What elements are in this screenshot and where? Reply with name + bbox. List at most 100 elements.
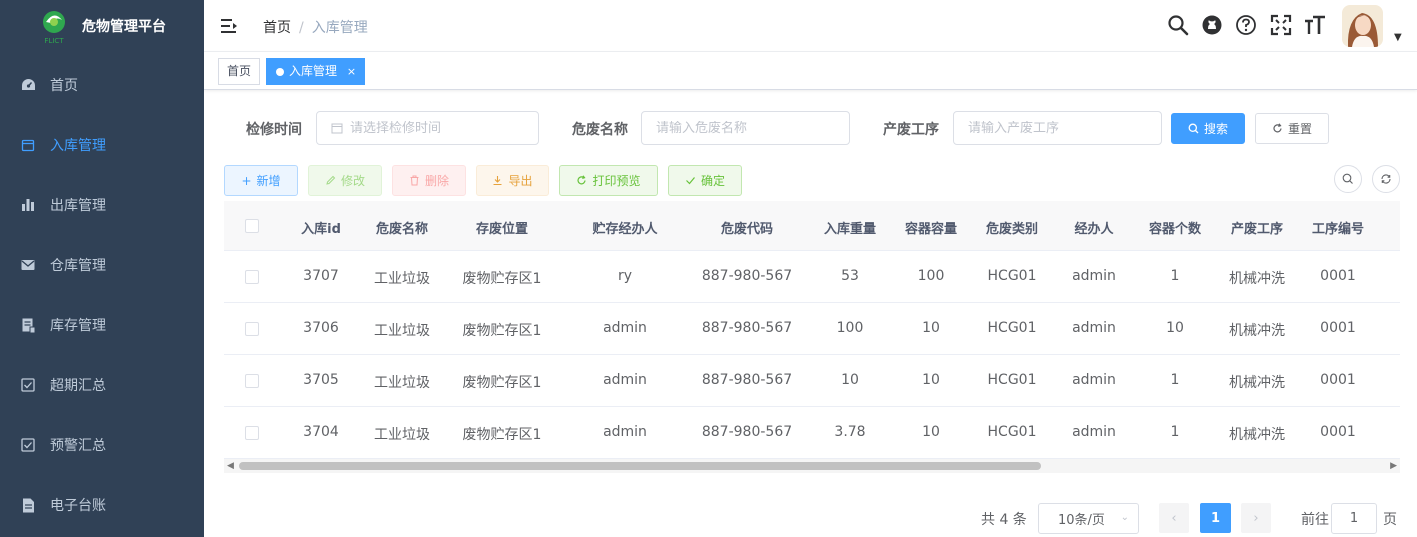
column-header[interactable]: 经办人 [1070, 218, 1118, 237]
toggle-search-button[interactable] [1334, 165, 1362, 193]
row-checkbox[interactable] [245, 374, 259, 388]
table-row[interactable]: 3707 工业垃圾 废物贮存区1 ry 887-980-567 53 100 H… [224, 251, 1400, 303]
edit-button[interactable]: 修改 [308, 165, 382, 196]
sidebar-item-label: 出库管理 [50, 198, 106, 214]
sidebar-item-outbound[interactable]: 出库管理 [0, 177, 204, 233]
font-size-icon[interactable] [1304, 14, 1326, 36]
tags-view: 首页 入库管理 × [204, 52, 1417, 90]
calendar-icon [20, 137, 36, 153]
waste-name-label: 危废名称 [572, 122, 628, 138]
breadcrumb-separator: / [299, 20, 304, 36]
refresh-icon [1381, 174, 1391, 184]
table-row[interactable]: 3704 工业垃圾 废物贮存区1 admin 887-980-567 3.78 … [224, 407, 1400, 459]
page-size-select[interactable]: 10条/页 ⌄ [1038, 503, 1139, 534]
table-row[interactable]: 3706 工业垃圾 废物贮存区1 admin 887-980-567 100 1… [224, 303, 1400, 355]
process-label: 产废工序 [883, 122, 939, 138]
column-header[interactable]: 入库id [298, 218, 344, 237]
export-button[interactable]: 导出 [476, 165, 549, 196]
table-cell: admin [1072, 424, 1116, 440]
refresh-icon [577, 175, 587, 185]
scrollbar-thumb[interactable] [239, 462, 1041, 470]
print-preview-button[interactable]: 打印预览 [559, 165, 658, 196]
inspection-time-picker[interactable] [316, 111, 539, 145]
edit-button-label: 修改 [340, 174, 365, 188]
table-cell: 53 [841, 268, 859, 284]
sidebar-item-overdue[interactable]: 超期汇总 [0, 357, 204, 413]
row-checkbox[interactable] [245, 270, 259, 284]
avatar[interactable] [1342, 5, 1383, 47]
horizontal-scrollbar[interactable]: ◀ ▶ [224, 459, 1400, 473]
sidebar-item-home[interactable]: 首页 [0, 57, 204, 113]
table-cell: 1 [1170, 268, 1180, 284]
column-header[interactable]: 工序编号 [1308, 218, 1368, 237]
process-input[interactable] [968, 120, 1147, 136]
refresh-table-button[interactable] [1372, 165, 1400, 193]
table-cell: 887-980-567 [701, 372, 793, 388]
table-cell: 3.78 [834, 424, 866, 440]
table-cell: 10 [1166, 320, 1184, 336]
column-header[interactable]: 容器个数 [1145, 218, 1205, 237]
table-cell: ry [617, 268, 633, 284]
waste-name-input[interactable] [656, 120, 835, 136]
table-row[interactable]: 3705 工业垃圾 废物贮存区1 admin 887-980-567 10 10… [224, 355, 1400, 407]
page-number-1[interactable]: 1 [1200, 503, 1231, 533]
table-cell: 10 [922, 372, 940, 388]
row-checkbox[interactable] [245, 426, 259, 440]
inspection-time-input[interactable] [350, 120, 524, 136]
column-header[interactable]: 存废位置 [472, 218, 532, 237]
column-header[interactable]: 贮存经办人 [587, 218, 663, 237]
hamburger-icon[interactable] [220, 17, 238, 35]
column-header[interactable]: 产废工序 [1227, 218, 1287, 237]
sidebar-item-inbound[interactable]: 入库管理 [0, 117, 204, 173]
delete-button[interactable]: 删除 [392, 165, 466, 196]
tag-home[interactable]: 首页 [218, 58, 261, 85]
help-icon[interactable] [1235, 14, 1257, 36]
table-cell: HCG01 [987, 372, 1037, 388]
column-header[interactable]: 容器容量 [901, 218, 961, 237]
tag-inbound[interactable]: 入库管理 × [266, 58, 366, 85]
logo[interactable]: FLICT 危物管理平台 [0, 0, 204, 50]
scroll-left-icon[interactable]: ◀ [227, 461, 234, 471]
process-field[interactable] [953, 111, 1162, 145]
github-icon[interactable] [1201, 14, 1223, 36]
table-cell: 废物贮存区1 [462, 271, 542, 287]
sidebar: FLICT 危物管理平台 首页 入库管理 出库管理 仓库管理 库存管理 超期汇总… [0, 0, 204, 537]
goto-page-input[interactable]: 1 [1331, 503, 1377, 534]
scroll-right-icon[interactable]: ▶ [1390, 461, 1397, 471]
column-header[interactable]: 危废代码 [717, 218, 777, 237]
sidebar-item-warning[interactable]: 预警汇总 [0, 417, 204, 473]
select-all-checkbox[interactable] [245, 219, 259, 233]
table-cell: 机械冲洗 [1229, 427, 1285, 443]
add-button[interactable]: + 新增 [224, 165, 298, 196]
sidebar-item-label: 预警汇总 [50, 438, 106, 454]
column-header[interactable]: 入库重量 [820, 218, 880, 237]
reset-button[interactable]: 重置 [1255, 113, 1329, 144]
confirm-button-label: 确定 [700, 174, 725, 188]
search-icon [1188, 123, 1199, 134]
trash-icon [410, 175, 419, 186]
goto-prefix: 前往 [1301, 512, 1329, 528]
prev-page-button[interactable]: ‹ [1159, 503, 1189, 533]
next-page-button[interactable]: › [1241, 503, 1271, 533]
search-icon[interactable] [1167, 14, 1189, 36]
add-button-label: 新增 [256, 174, 281, 188]
sidebar-item-ledger[interactable]: 电子台账 [0, 477, 204, 533]
sidebar-item-warehouse[interactable]: 仓库管理 [0, 237, 204, 293]
confirm-button[interactable]: 确定 [668, 165, 742, 196]
table-cell: admin [1072, 268, 1116, 284]
delete-button-label: 删除 [424, 174, 449, 188]
breadcrumb-home[interactable]: 首页 [263, 20, 291, 36]
waste-name-field[interactable] [641, 111, 850, 145]
close-icon[interactable]: × [347, 65, 356, 78]
table-cell: 0001 [1320, 372, 1356, 388]
table-cell: 0001 [1320, 268, 1356, 284]
column-header[interactable]: 危废名称 [372, 218, 432, 237]
table-cell: HCG01 [987, 424, 1037, 440]
sidebar-item-inventory[interactable]: 库存管理 [0, 297, 204, 353]
caret-down-icon[interactable]: ▼ [1394, 32, 1402, 43]
column-header[interactable]: 危废类别 [982, 218, 1042, 237]
fullscreen-icon[interactable] [1270, 14, 1292, 36]
search-button[interactable]: 搜索 [1171, 113, 1245, 144]
row-checkbox[interactable] [245, 322, 259, 336]
print-preview-button-label: 打印预览 [592, 174, 641, 188]
